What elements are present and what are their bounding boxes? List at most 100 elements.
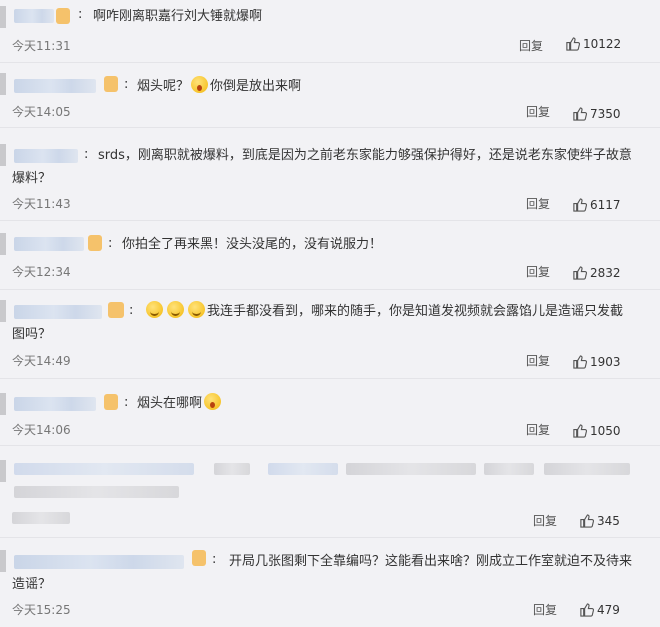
comment-text: 烟头在哪啊 xyxy=(137,392,223,415)
like-count: 2832 xyxy=(590,265,621,280)
user-badge-icon xyxy=(108,302,124,318)
blurred-content xyxy=(214,463,250,475)
like-button[interactable]: 345 xyxy=(579,513,620,528)
smile-emoji-icon xyxy=(167,301,184,318)
user-name[interactable] xyxy=(14,237,84,251)
comment-text-part: 烟头在哪啊 xyxy=(137,396,203,411)
comment-time: 今天14:49 xyxy=(12,354,71,368)
thumbs-up-icon xyxy=(580,603,594,617)
shocked-face-emoji-icon xyxy=(191,76,209,93)
user-name[interactable] xyxy=(14,555,184,569)
user-name[interactable] xyxy=(14,149,78,163)
reply-button[interactable]: 回复 xyxy=(526,352,550,369)
comment-item: : 啊咋刚离职嘉行刘大锤就爆啊 今天11:31 回复 10122 xyxy=(0,0,660,63)
avatar[interactable] xyxy=(0,300,6,322)
colon: : xyxy=(78,7,83,22)
like-count: 345 xyxy=(597,513,620,528)
user-name[interactable] xyxy=(14,305,102,319)
comment-text: 烟头呢？ 你倒是放出来啊 xyxy=(137,75,301,98)
comment-item: 回复 345 xyxy=(0,446,660,538)
comment-time: 今天11:43 xyxy=(12,197,71,211)
like-button[interactable]: 10122 xyxy=(565,36,621,51)
comment-text: 你拍全了再来黑！没头没尾的，没有说服力！ xyxy=(122,237,383,252)
colon: : xyxy=(84,147,89,162)
thumbs-up-icon xyxy=(573,107,587,121)
avatar[interactable] xyxy=(0,550,6,572)
like-button[interactable]: 479 xyxy=(579,602,620,617)
like-button[interactable]: 2832 xyxy=(572,265,621,280)
like-count: 7350 xyxy=(590,106,621,121)
comment-time: 今天15:25 xyxy=(12,603,71,617)
blurred-content xyxy=(14,463,194,475)
colon: : xyxy=(129,303,134,318)
user-badge-icon xyxy=(56,8,70,24)
comment-item: : srds，刚离职就被爆料，到底是因为之前老东家能力够强保护得好，还是说老东家… xyxy=(0,128,660,221)
avatar[interactable] xyxy=(0,6,6,28)
reply-button[interactable]: 回复 xyxy=(526,195,550,212)
comment-item: : 你拍全了再来黑！没头没尾的，没有说服力！ 今天12:34 回复 2832 xyxy=(0,221,660,290)
shocked-face-emoji-icon xyxy=(204,393,222,410)
comment-text: 啊咋刚离职嘉行刘大锤就爆啊 xyxy=(93,9,263,24)
thumbs-up-icon xyxy=(573,198,587,212)
like-button[interactable]: 1903 xyxy=(572,354,621,369)
comment-text-part: 你倒是放出来啊 xyxy=(210,79,302,94)
comment-text-part: 我连手都没看到，哪来的随手，你是知道发视频就会露馅儿是造谣只发截 xyxy=(207,304,624,319)
comment-text-part: 烟头呢？ xyxy=(137,79,190,94)
like-button[interactable]: 6117 xyxy=(572,197,621,212)
blurred-content xyxy=(346,463,476,475)
comment-item: : 烟头在哪啊 今天14:06 回复 1050 xyxy=(0,379,660,446)
thumbs-up-icon xyxy=(573,355,587,369)
colon: : xyxy=(124,395,129,410)
like-count: 1050 xyxy=(590,423,621,438)
reply-button[interactable]: 回复 xyxy=(533,512,557,529)
blurred-content xyxy=(12,512,70,524)
user-badge-icon xyxy=(104,76,118,92)
comment-time: 今天14:06 xyxy=(12,423,71,437)
user-name[interactable] xyxy=(14,9,54,23)
user-badge-icon xyxy=(192,550,206,566)
reply-button[interactable]: 回复 xyxy=(526,263,550,280)
thumbs-up-icon xyxy=(566,37,580,51)
avatar[interactable] xyxy=(0,393,6,415)
blurred-content xyxy=(484,463,534,475)
avatar[interactable] xyxy=(0,233,6,255)
reply-button[interactable]: 回复 xyxy=(519,37,543,54)
comment-item: : 开局几张图剩下全靠编吗？这能看出来啥？刚成立工作室就迫不及待来 造谣？ 今天… xyxy=(0,538,660,627)
reply-button[interactable]: 回复 xyxy=(533,601,557,618)
reply-button[interactable]: 回复 xyxy=(526,103,550,120)
comment-text-line-1: 开局几张图剩下全靠编吗？这能看出来啥？刚成立工作室就迫不及待来 xyxy=(229,554,633,569)
user-name[interactable] xyxy=(14,79,96,93)
like-count: 1903 xyxy=(590,354,621,369)
comment-item: : 我连手都没看到，哪来的随手，你是知道发视频就会露馅儿是造谣只发截 图吗？ 今… xyxy=(0,290,660,379)
thumbs-up-icon xyxy=(573,424,587,438)
blurred-content xyxy=(268,463,338,475)
comment-text-line-1: 我连手都没看到，哪来的随手，你是知道发视频就会露馅儿是造谣只发截 xyxy=(144,300,623,323)
blurred-content xyxy=(544,463,630,475)
colon: : xyxy=(108,236,113,251)
comment-time: 今天14:05 xyxy=(12,105,71,119)
avatar[interactable] xyxy=(0,460,6,482)
smile-emoji-icon xyxy=(188,301,205,318)
comment-time: 今天12:34 xyxy=(12,265,71,279)
user-name[interactable] xyxy=(14,397,96,411)
comment-text-line-2: 造谣？ xyxy=(12,577,52,592)
like-button[interactable]: 1050 xyxy=(572,423,621,438)
comment-text-line-2: 爆料？ xyxy=(12,171,52,186)
avatar[interactable] xyxy=(0,73,6,95)
blurred-content xyxy=(14,486,179,498)
smile-emoji-icon xyxy=(146,301,163,318)
comment-item: : 烟头呢？ 你倒是放出来啊 今天14:05 回复 7350 xyxy=(0,63,660,128)
comment-text-line-2: 图吗？ xyxy=(12,327,52,342)
comment-text-line-1: srds，刚离职就被爆料，到底是因为之前老东家能力够强保护得好，还是说老东家使绊… xyxy=(98,148,632,163)
user-badge-icon xyxy=(88,235,102,251)
thumbs-up-icon xyxy=(573,266,587,280)
like-count: 6117 xyxy=(590,197,621,212)
reply-button[interactable]: 回复 xyxy=(526,421,550,438)
avatar[interactable] xyxy=(0,144,6,166)
colon: : xyxy=(124,77,129,92)
comment-time: 今天11:31 xyxy=(12,39,71,53)
user-badge-icon xyxy=(104,394,118,410)
thumbs-up-icon xyxy=(580,514,594,528)
like-count: 479 xyxy=(597,602,620,617)
like-button[interactable]: 7350 xyxy=(572,106,621,121)
